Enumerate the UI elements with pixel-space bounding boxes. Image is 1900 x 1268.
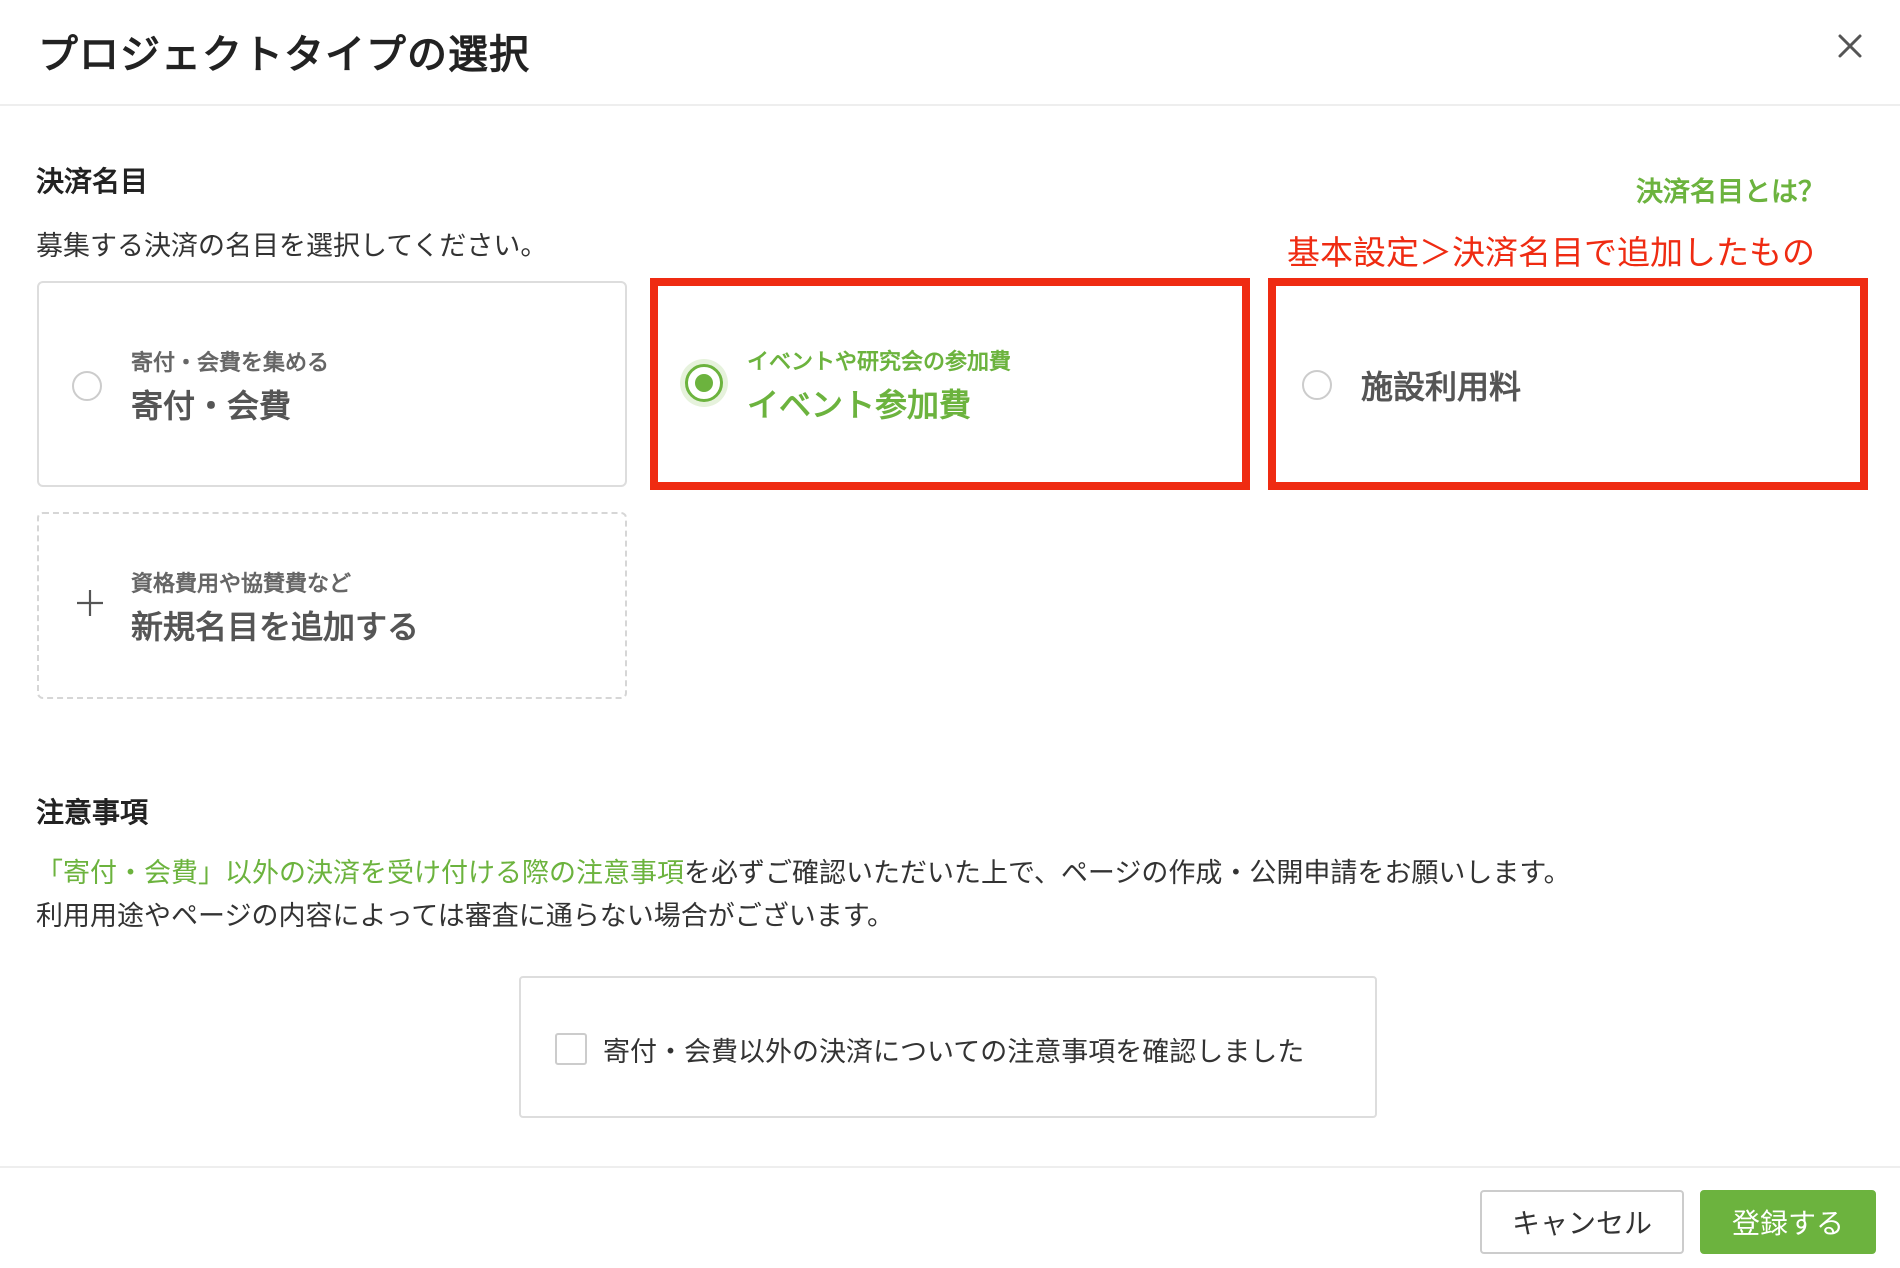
notice-link[interactable]: 「寄付・会費」以外の決済を受け付ける際の注意事項 [36, 858, 684, 889]
payment-description: 募集する決済の名目を選択してください。 [36, 231, 548, 262]
confirm-label[interactable]: 寄付・会費以外の決済についての注意事項を確認しました [603, 1030, 1304, 1069]
notice-section-title: 注意事項 [36, 796, 149, 829]
project-type-modal: プロジェクトタイプの選択 決済名目 決済名目とは？ 募集する決済の名目を選択して… [0, 0, 1900, 1268]
cancel-button[interactable]: キャンセル [1480, 1190, 1684, 1254]
submit-button[interactable]: 登録する [1700, 1190, 1876, 1254]
add-new-sub-label: 資格費用や協賛費など [131, 572, 352, 597]
modal-header: プロジェクトタイプの選択 [0, 0, 1900, 106]
option-card-donation[interactable]: 寄付・会費を集める 寄付・会費 [37, 281, 627, 487]
annotation-note: 基本設定＞決済名目で追加したもの [1287, 233, 1815, 272]
notice-text-after-link: を必ずご確認いただいた上で、ページの作成・公開申請をお願いします。 [684, 858, 1571, 889]
confirm-checkbox[interactable] [555, 1033, 587, 1065]
confirm-box: 寄付・会費以外の決済についての注意事項を確認しました [519, 976, 1377, 1118]
option-label: イベント参加費 [747, 386, 972, 424]
option-label: 施設利用料 [1361, 368, 1522, 406]
radio-donation[interactable] [72, 371, 102, 401]
plus-icon [73, 586, 107, 620]
notice-line-2: 利用用途やページの内容によっては審査に通らない場合がございます。 [36, 901, 895, 932]
payment-section-title: 決済名目 [36, 165, 149, 198]
payment-help-link[interactable]: 決済名目とは？ [1636, 170, 1825, 209]
option-card-facility-fee[interactable]: 施設利用料 [1273, 282, 1863, 486]
add-new-label: 新規名目を追加する [131, 608, 420, 646]
radio-facility-fee[interactable] [1302, 370, 1332, 400]
notice-text: 「寄付・会費」以外の決済を受け付ける際の注意事項を必ずご確認いただいた上で、ペー… [36, 852, 1571, 938]
close-icon[interactable] [1830, 26, 1870, 66]
modal-title: プロジェクトタイプの選択 [38, 32, 530, 78]
add-new-option-card[interactable]: 資格費用や協賛費など 新規名目を追加する [37, 512, 627, 699]
radio-event-fee[interactable] [685, 364, 723, 402]
option-card-event-fee[interactable]: イベントや研究会の参加費 イベント参加費 [655, 282, 1245, 486]
option-sub-label: イベントや研究会の参加費 [747, 350, 1012, 375]
modal-footer: キャンセル 登録する [0, 1166, 1900, 1268]
option-label: 寄付・会費 [131, 387, 292, 425]
option-sub-label: 寄付・会費を集める [131, 351, 330, 376]
